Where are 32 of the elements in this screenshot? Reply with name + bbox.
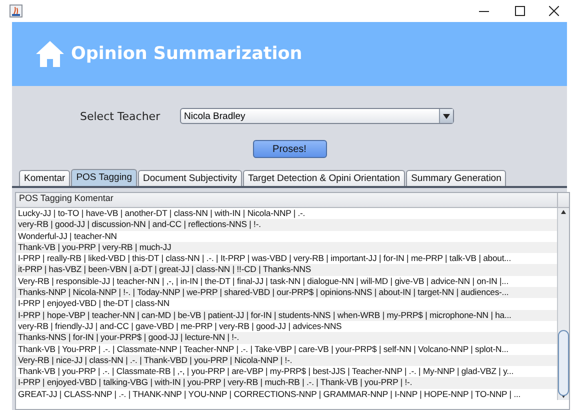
table-cell-text: Lucky-JJ | to-TO | have-VB | another-DT | class-NN | with-IN | Nicola-NNP | .-.: [17, 208, 306, 220]
tab[interactable]: POS Tagging: [71, 169, 137, 186]
table-cell: I-PRP | enjoyed-VBD | talking-VBG | with-IN | you-PRP | very-RB | much-RB | .-. | Thank-VB | you-PRP | !-.: [16, 377, 557, 389]
app-icon: [9, 4, 23, 18]
teacher-dropdown[interactable]: Nicola Bradley: [180, 108, 454, 124]
table-cell-text: I-PRP | enjoyed-VBD | the-DT | class-NN: [17, 298, 170, 310]
scrollbar[interactable]: [557, 208, 569, 400]
tab[interactable]: Komentar: [19, 170, 70, 186]
tab[interactable]: Summary Generation: [406, 170, 506, 186]
table-cell-text: very-RB | friendly-JJ | and-CC | gave-VBD | me-PRP | very-RB | good-JJ | advices-NNS: [17, 320, 343, 332]
table-cell: very-RB | good-JJ | discussion-NN | and-CC | reflections-NNS | !-.: [16, 219, 557, 231]
table-cell-text: Thank-VB | you-PRP | .-. | Classmate-RB | ,-, | you-PRP | are-VBP | my-PRP$ | best-JJS | Teacher-NNP | .-. | My-NNP | glad-VBZ | y...: [17, 366, 515, 378]
maximize-icon[interactable]: [515, 6, 525, 16]
table-cell-text: Thank-VB | You-PRP | .-. | Classmate-NNP | Teacher-NNP | .-. | Take-VBP | care-VB | your-PRP$ | self-NN | Volcano-NNP | splot-N...: [17, 344, 510, 355]
close-icon[interactable]: [549, 6, 559, 16]
process-button[interactable]: Proses!: [252, 140, 326, 158]
table-cell: Thanks-NNS | for-IN | your-PRP$ | good-JJ | lecture-NN | !-.: [16, 332, 557, 344]
table-cell: it-PRP | has-VBZ | been-VBN | a-DT | great-JJ | class-NN | !!-CD | Thanks-NNS: [16, 264, 557, 276]
home-icon: [36, 41, 64, 67]
table-cell: I-PRP | hope-VBP | teacher-NN | can-MD | be-VB | patient-JJ | for-IN | students-NNS | when-WRB | my-PRP$ | microphone-NN | ha...: [16, 310, 557, 321]
table-cell: Thanks-NNP | Nicola-NNP | !-. | Today-NNP | we-PRP | shared-VBD | our-PRP$ | opinions-NNS | about-IN | target-NN | audiences-...: [16, 287, 557, 298]
tab[interactable]: Target Detection & Opini Orientation: [242, 170, 406, 186]
teacher-label: Select Teacher: [80, 110, 162, 122]
table-cell: Thank-VB | you-PRP | very-RB | much-JJ: [16, 242, 557, 254]
app-title: Opinion Summarization: [71, 44, 302, 64]
table-cell-text: I-PRP | really-RB | liked-VBD | this-DT | class-NN | .-. | It-PRP | was-VBD | very-RB | important-JJ | for-IN | me-PRP | talk-VB | about...: [17, 253, 512, 264]
table-cell-text: Wonderful-JJ | teacher-NN: [17, 230, 118, 242]
table-cell-text: Very-RB | responsible-JJ | teacher-NN | ,-, | in-IN | the-DT | final-JJ | task-NN | dialogue-NN | will-MD | give-VB | advice-NN | on-IN |...: [17, 276, 510, 288]
caret-icon: [443, 114, 450, 118]
tab[interactable]: Document Subjectivity: [138, 170, 242, 186]
table-cell: Very-RB | nice-JJ | class-NN | .-. | Thank-VBD | you-PRP | Nicola-NNP | !-.: [16, 354, 557, 366]
table-cell-text: GREAT-JJ | CLASS-NNP | .-. | THANK-NNP | YOU-NNP | CORRECTIONS-NNP | GRAMMAR-NNP | I-NNP | HOPE-NNP | TO-NNP | ...: [17, 388, 522, 400]
